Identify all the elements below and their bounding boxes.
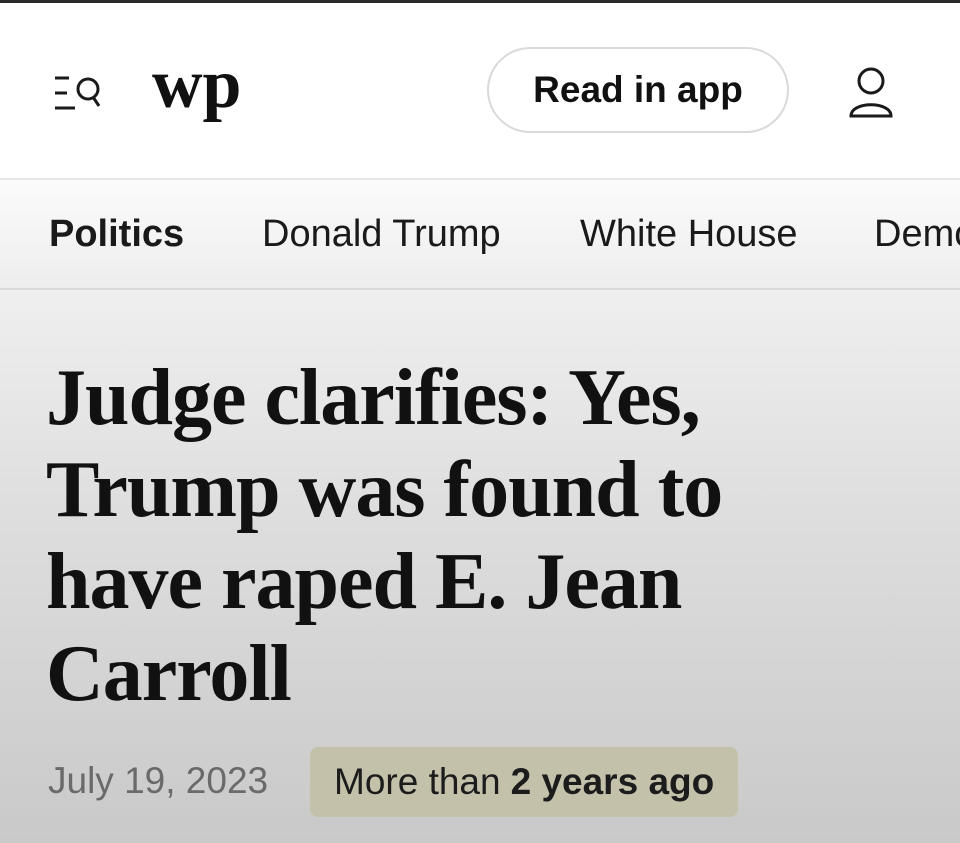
article-date: July 19, 2023: [48, 760, 269, 801]
article-headline: Judge clarifies: Yes, Trump was found to…: [46, 354, 723, 718]
age-badge: More than 2 years ago: [310, 747, 739, 817]
read-in-app-button[interactable]: Read in app: [487, 47, 789, 133]
age-badge-emphasis: 2 years ago: [510, 761, 715, 802]
site-header: wp Read in app: [0, 3, 960, 178]
nav-item-donald-trump[interactable]: Donald Trump: [262, 180, 501, 288]
user-icon[interactable]: [846, 65, 896, 121]
article-area: Judge clarifies: Yes, Trump was found to…: [0, 290, 960, 843]
read-in-app-label: Read in app: [533, 69, 743, 110]
nav-item-politics[interactable]: Politics: [49, 180, 184, 288]
wp-logo[interactable]: wp: [150, 46, 246, 135]
logo-text: wp: [152, 55, 241, 123]
section-nav: Politics Donald Trump White House Demo: [0, 178, 960, 290]
nav-item-white-house[interactable]: White House: [580, 180, 798, 288]
menu-search-icon[interactable]: [52, 71, 104, 115]
nav-item-democrats[interactable]: Demo: [874, 180, 960, 288]
age-badge-prefix: More than: [334, 761, 501, 802]
